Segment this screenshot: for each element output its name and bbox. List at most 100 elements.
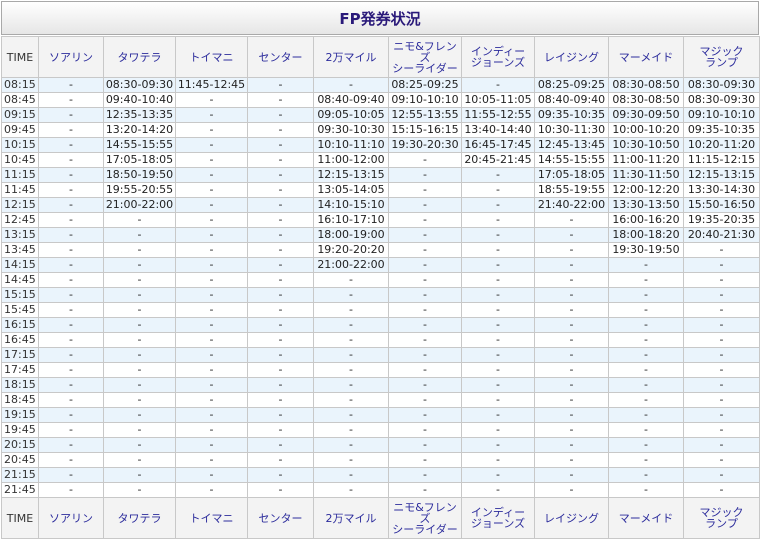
table-cell: - [683, 347, 760, 363]
table-cell: - [683, 422, 760, 438]
table-cell: - [38, 377, 104, 393]
table-cell: - [38, 422, 104, 438]
table-cell: - [534, 377, 609, 393]
table-cell: - [608, 287, 684, 303]
table-cell: - [175, 302, 248, 318]
table-cell: - [461, 452, 535, 468]
table-cell: - [388, 467, 462, 483]
table-cell: 10:30-11:30 [534, 122, 609, 138]
table-cell: - [608, 377, 684, 393]
table-cell: 13:20-14:20 [103, 122, 176, 138]
table-cell: - [103, 302, 176, 318]
table-cell: 08:30-08:50 [608, 77, 684, 93]
time-cell: 19:15 [1, 407, 39, 423]
table-cell: - [461, 167, 535, 183]
table-cell: - [38, 332, 104, 348]
header-col-0: TIME [1, 36, 39, 78]
table-cell: - [103, 377, 176, 393]
table-cell: - [534, 407, 609, 423]
table-cell: 13:40-14:40 [461, 122, 535, 138]
table-cell: 18:50-19:50 [103, 167, 176, 183]
footer-col-7: インディー ジョーンズ [461, 497, 535, 539]
table-cell: - [175, 317, 248, 333]
table-cell: - [313, 377, 389, 393]
table-cell: - [175, 452, 248, 468]
table-cell: - [608, 332, 684, 348]
header-row: TIME ソアリン タワテラ トイマニ センター 2万マイル ニモ&フレンズ シーライダーイ… [1, 36, 760, 78]
table-cell: 15:15-16:15 [388, 122, 462, 138]
table-cell: 09:35-10:35 [534, 107, 609, 123]
table-cell: 12:15-13:15 [313, 167, 389, 183]
table-cell: 18:55-19:55 [534, 182, 609, 198]
table-cell: - [313, 317, 389, 333]
table-cell: - [103, 452, 176, 468]
table-cell: - [388, 257, 462, 273]
table-cell: 11:00-11:20 [608, 152, 684, 168]
table-cell: - [534, 482, 609, 498]
table-cell: - [461, 182, 535, 198]
table-cell: - [103, 422, 176, 438]
table-cell: - [534, 362, 609, 378]
table-cell: - [103, 227, 176, 243]
table-row: 21:45- - - - - - - - - - [1, 482, 760, 498]
table-cell: - [683, 242, 760, 258]
table-cell: - [175, 92, 248, 108]
footer-col-0: TIME [1, 497, 39, 539]
table-cell: - [38, 362, 104, 378]
table-cell: - [534, 257, 609, 273]
header-col-2: タワテラ [103, 36, 176, 78]
table-cell: 19:30-20:30 [388, 137, 462, 153]
table-cell: - [461, 437, 535, 453]
table-cell: - [683, 407, 760, 423]
time-cell: 09:45 [1, 122, 39, 138]
table-cell: - [175, 437, 248, 453]
table-row: 08:15-08:30-09:30 11:45-12:45- -08:25-09:2… [1, 77, 760, 93]
time-cell: 16:15 [1, 317, 39, 333]
table-row: 18:45- - - - - - - - - - [1, 392, 760, 408]
table-cell: 10:30-10:50 [608, 137, 684, 153]
table-cell: - [608, 257, 684, 273]
time-cell: 21:15 [1, 467, 39, 483]
table-cell: - [388, 407, 462, 423]
table-cell: - [313, 392, 389, 408]
table-cell: - [388, 452, 462, 468]
table-cell: - [103, 437, 176, 453]
table-cell: - [175, 362, 248, 378]
table-cell: - [461, 227, 535, 243]
table-cell: 10:10-11:10 [313, 137, 389, 153]
header-col-10: マジック ランプ [683, 36, 760, 78]
table-cell: - [388, 287, 462, 303]
table-cell: - [388, 317, 462, 333]
table-cell: - [683, 392, 760, 408]
table-cell: - [313, 422, 389, 438]
table-cell: - [247, 362, 314, 378]
table-cell: - [38, 137, 104, 153]
table-cell: 08:30-09:30 [683, 77, 760, 93]
table-cell: - [313, 302, 389, 318]
table-cell: - [247, 347, 314, 363]
table-cell: - [175, 242, 248, 258]
footer-col-10: マジック ランプ [683, 497, 760, 539]
table-cell: - [247, 152, 314, 168]
table-cell: - [38, 467, 104, 483]
table-cell: - [461, 407, 535, 423]
table-cell: 11:30-11:50 [608, 167, 684, 183]
table-row: 20:45- - - - - - - - - - [1, 452, 760, 468]
time-cell: 17:15 [1, 347, 39, 363]
table-cell: - [103, 272, 176, 288]
table-cell: 21:40-22:00 [534, 197, 609, 213]
table-cell: 09:35-10:35 [683, 122, 760, 138]
table-cell: - [461, 422, 535, 438]
table-cell: - [247, 302, 314, 318]
table-cell: - [313, 467, 389, 483]
table-cell: - [103, 482, 176, 498]
table-cell: 09:40-10:40 [103, 92, 176, 108]
table-cell: - [461, 242, 535, 258]
table-cell: 19:30-19:50 [608, 242, 684, 258]
table-cell: - [388, 212, 462, 228]
table-cell: 16:00-16:20 [608, 212, 684, 228]
table-row: 09:15-12:35-13:35- -09:05-10:05 12:55-13:5… [1, 107, 760, 123]
table-cell: - [38, 182, 104, 198]
table-cell: 10:05-11:05 [461, 92, 535, 108]
table-row: 08:45-09:40-10:40- -08:40-09:40 09:10-10:1… [1, 92, 760, 108]
